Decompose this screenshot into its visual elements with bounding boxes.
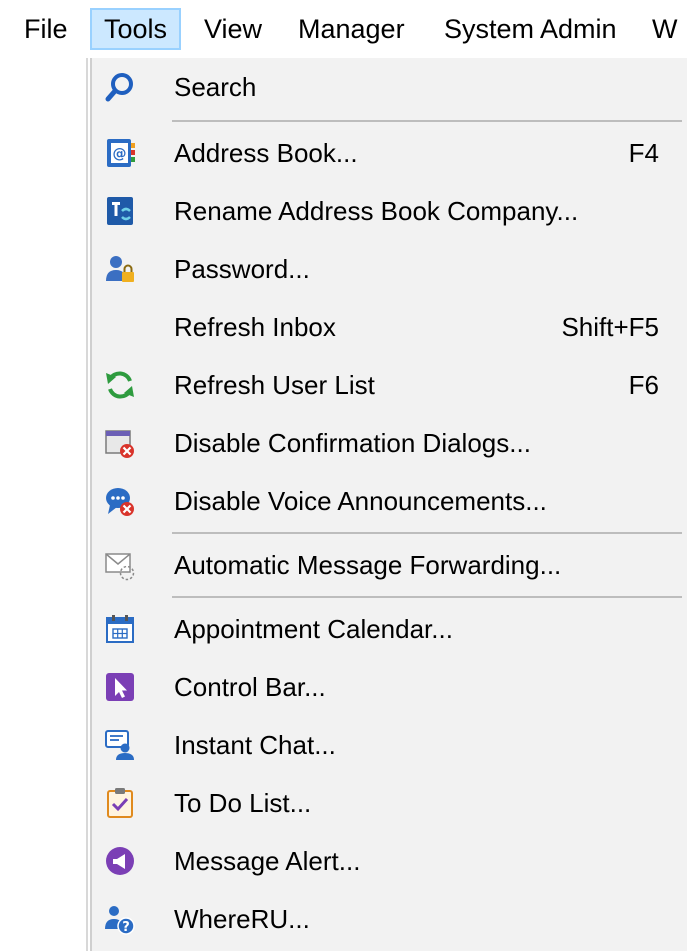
menu-manager[interactable]: Manager	[286, 8, 417, 50]
tools-dropdown-menu: Search @ Address Book... F4 Rename Addre…	[90, 58, 687, 951]
menu-item-label: To Do List...	[174, 788, 312, 818]
menu-item-rename-address-book-company[interactable]: Rename Address Book Company...	[92, 182, 687, 240]
calendar-icon	[104, 613, 136, 645]
menu-view[interactable]: View	[192, 8, 274, 50]
menu-item-label: Disable Voice Announcements...	[174, 486, 547, 516]
menu-separator	[172, 120, 682, 122]
menu-item-shortcut: F6	[628, 370, 659, 400]
menu-item-refresh-user-list[interactable]: Refresh User List F6	[92, 356, 687, 414]
address-book-icon: @	[104, 137, 136, 169]
menu-item-label: Refresh User List	[174, 370, 375, 400]
menu-item-control-bar[interactable]: Control Bar...	[92, 658, 687, 716]
menu-item-label: Instant Chat...	[174, 730, 336, 760]
chat-user-icon	[104, 729, 136, 761]
menu-item-password[interactable]: Password...	[92, 240, 687, 298]
menu-item-address-book[interactable]: @ Address Book... F4	[92, 124, 687, 182]
window-edge	[86, 58, 88, 951]
menu-system-admin[interactable]: System Admin	[432, 8, 629, 50]
menu-item-label: WhereRU...	[174, 904, 310, 934]
menu-separator	[172, 596, 682, 598]
menu-item-whereru[interactable]: ? WhereRU...	[92, 890, 687, 948]
menu-item-label: Appointment Calendar...	[174, 614, 453, 644]
menu-item-label: Control Bar...	[174, 672, 326, 702]
dialog-disable-icon	[104, 427, 136, 459]
clipboard-check-icon	[104, 787, 136, 819]
menu-item-to-do-list[interactable]: To Do List...	[92, 774, 687, 832]
cursor-icon	[104, 671, 136, 703]
menu-item-search[interactable]: Search	[92, 58, 687, 116]
rename-address-book-icon	[104, 195, 136, 227]
menu-separator	[172, 532, 682, 534]
user-lock-icon	[104, 253, 136, 285]
menu-item-message-alert[interactable]: Message Alert...	[92, 832, 687, 890]
menu-window[interactable]: W	[640, 8, 687, 50]
menu-item-appointment-calendar[interactable]: Appointment Calendar...	[92, 600, 687, 658]
menu-item-label: Automatic Message Forwarding...	[174, 550, 562, 580]
menu-item-refresh-inbox[interactable]: Refresh Inbox Shift+F5	[92, 298, 687, 356]
menu-item-label: Message Alert...	[174, 846, 361, 876]
menu-item-label: Refresh Inbox	[174, 312, 336, 342]
menu-item-automatic-message-forwarding[interactable]: Automatic Message Forwarding...	[92, 536, 687, 594]
menu-item-disable-confirmation-dialogs[interactable]: Disable Confirmation Dialogs...	[92, 414, 687, 472]
refresh-icon	[104, 369, 136, 401]
menu-item-label: Rename Address Book Company...	[174, 196, 579, 226]
menu-tools[interactable]: Tools	[90, 8, 182, 50]
users-question-icon: ?	[104, 903, 136, 935]
megaphone-icon	[104, 845, 136, 877]
menu-item-label: Password...	[174, 254, 310, 284]
menu-bar: File Tools View Manager System Admin W	[0, 0, 687, 58]
menu-file[interactable]: File	[12, 8, 80, 50]
search-icon	[104, 71, 136, 103]
menu-item-label: Search	[174, 72, 257, 102]
menu-item-shortcut: Shift+F5	[561, 312, 659, 342]
svg-text:?: ?	[122, 920, 130, 935]
menu-item-instant-chat[interactable]: Instant Chat...	[92, 716, 687, 774]
menu-item-shortcut: F4	[628, 138, 659, 168]
envelope-forward-icon	[104, 549, 136, 581]
svg-text:@: @	[113, 146, 127, 162]
menu-item-label: Disable Confirmation Dialogs...	[174, 428, 531, 458]
voice-disable-icon	[104, 485, 136, 517]
menu-item-label: Address Book...	[174, 138, 358, 168]
menu-item-disable-voice-announcements[interactable]: Disable Voice Announcements...	[92, 472, 687, 530]
